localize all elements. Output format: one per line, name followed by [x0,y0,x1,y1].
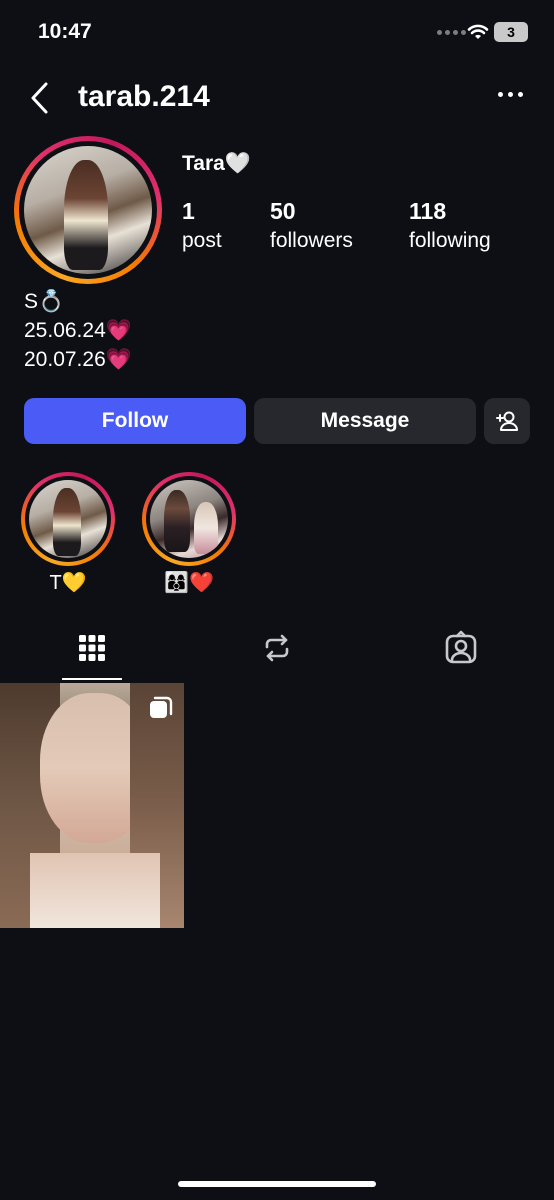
wifi-icon [467,24,489,39]
status-time: 10:47 [38,20,92,43]
message-button[interactable]: Message [254,398,476,444]
more-options-icon[interactable] [498,92,523,97]
story-highlight[interactable] [142,472,236,566]
multiple-media-icon [150,696,173,718]
followers-label[interactable]: followers [270,229,353,253]
follow-button[interactable]: Follow [24,398,246,444]
reposts-icon[interactable] [259,630,295,666]
profile-username: tarab.214 [78,80,210,113]
posts-count[interactable]: 1 [182,198,195,225]
grid-icon[interactable] [74,630,110,666]
bio-line: 20.07.26💗 [24,348,132,371]
active-tab-indicator [62,678,122,680]
display-name: Tara🤍 [182,152,251,175]
highlight-label: 👩‍👩‍👦❤️ [164,572,214,594]
avatar-photo [24,146,152,274]
back-arrow-icon[interactable] [28,80,50,116]
following-label[interactable]: following [409,229,491,253]
profile-avatar[interactable] [14,136,162,284]
tagged-icon[interactable] [443,630,479,666]
posts-label[interactable]: post [182,229,222,253]
bio-line: S💍 [24,290,65,313]
story-highlight[interactable] [21,472,115,566]
highlight-cover [150,480,228,558]
add-person-icon [496,411,518,431]
bio-line: 25.06.24💗 [24,319,132,342]
followers-count[interactable]: 50 [270,198,296,225]
highlight-label: T💛 [49,572,87,594]
post-thumbnail[interactable] [0,683,184,928]
home-indicator[interactable] [178,1181,376,1187]
highlight-cover [29,480,107,558]
suggest-people-button[interactable] [484,398,530,444]
battery-indicator: 3 [494,22,528,42]
cellular-signal-icon [437,30,466,35]
following-count[interactable]: 118 [409,198,446,225]
